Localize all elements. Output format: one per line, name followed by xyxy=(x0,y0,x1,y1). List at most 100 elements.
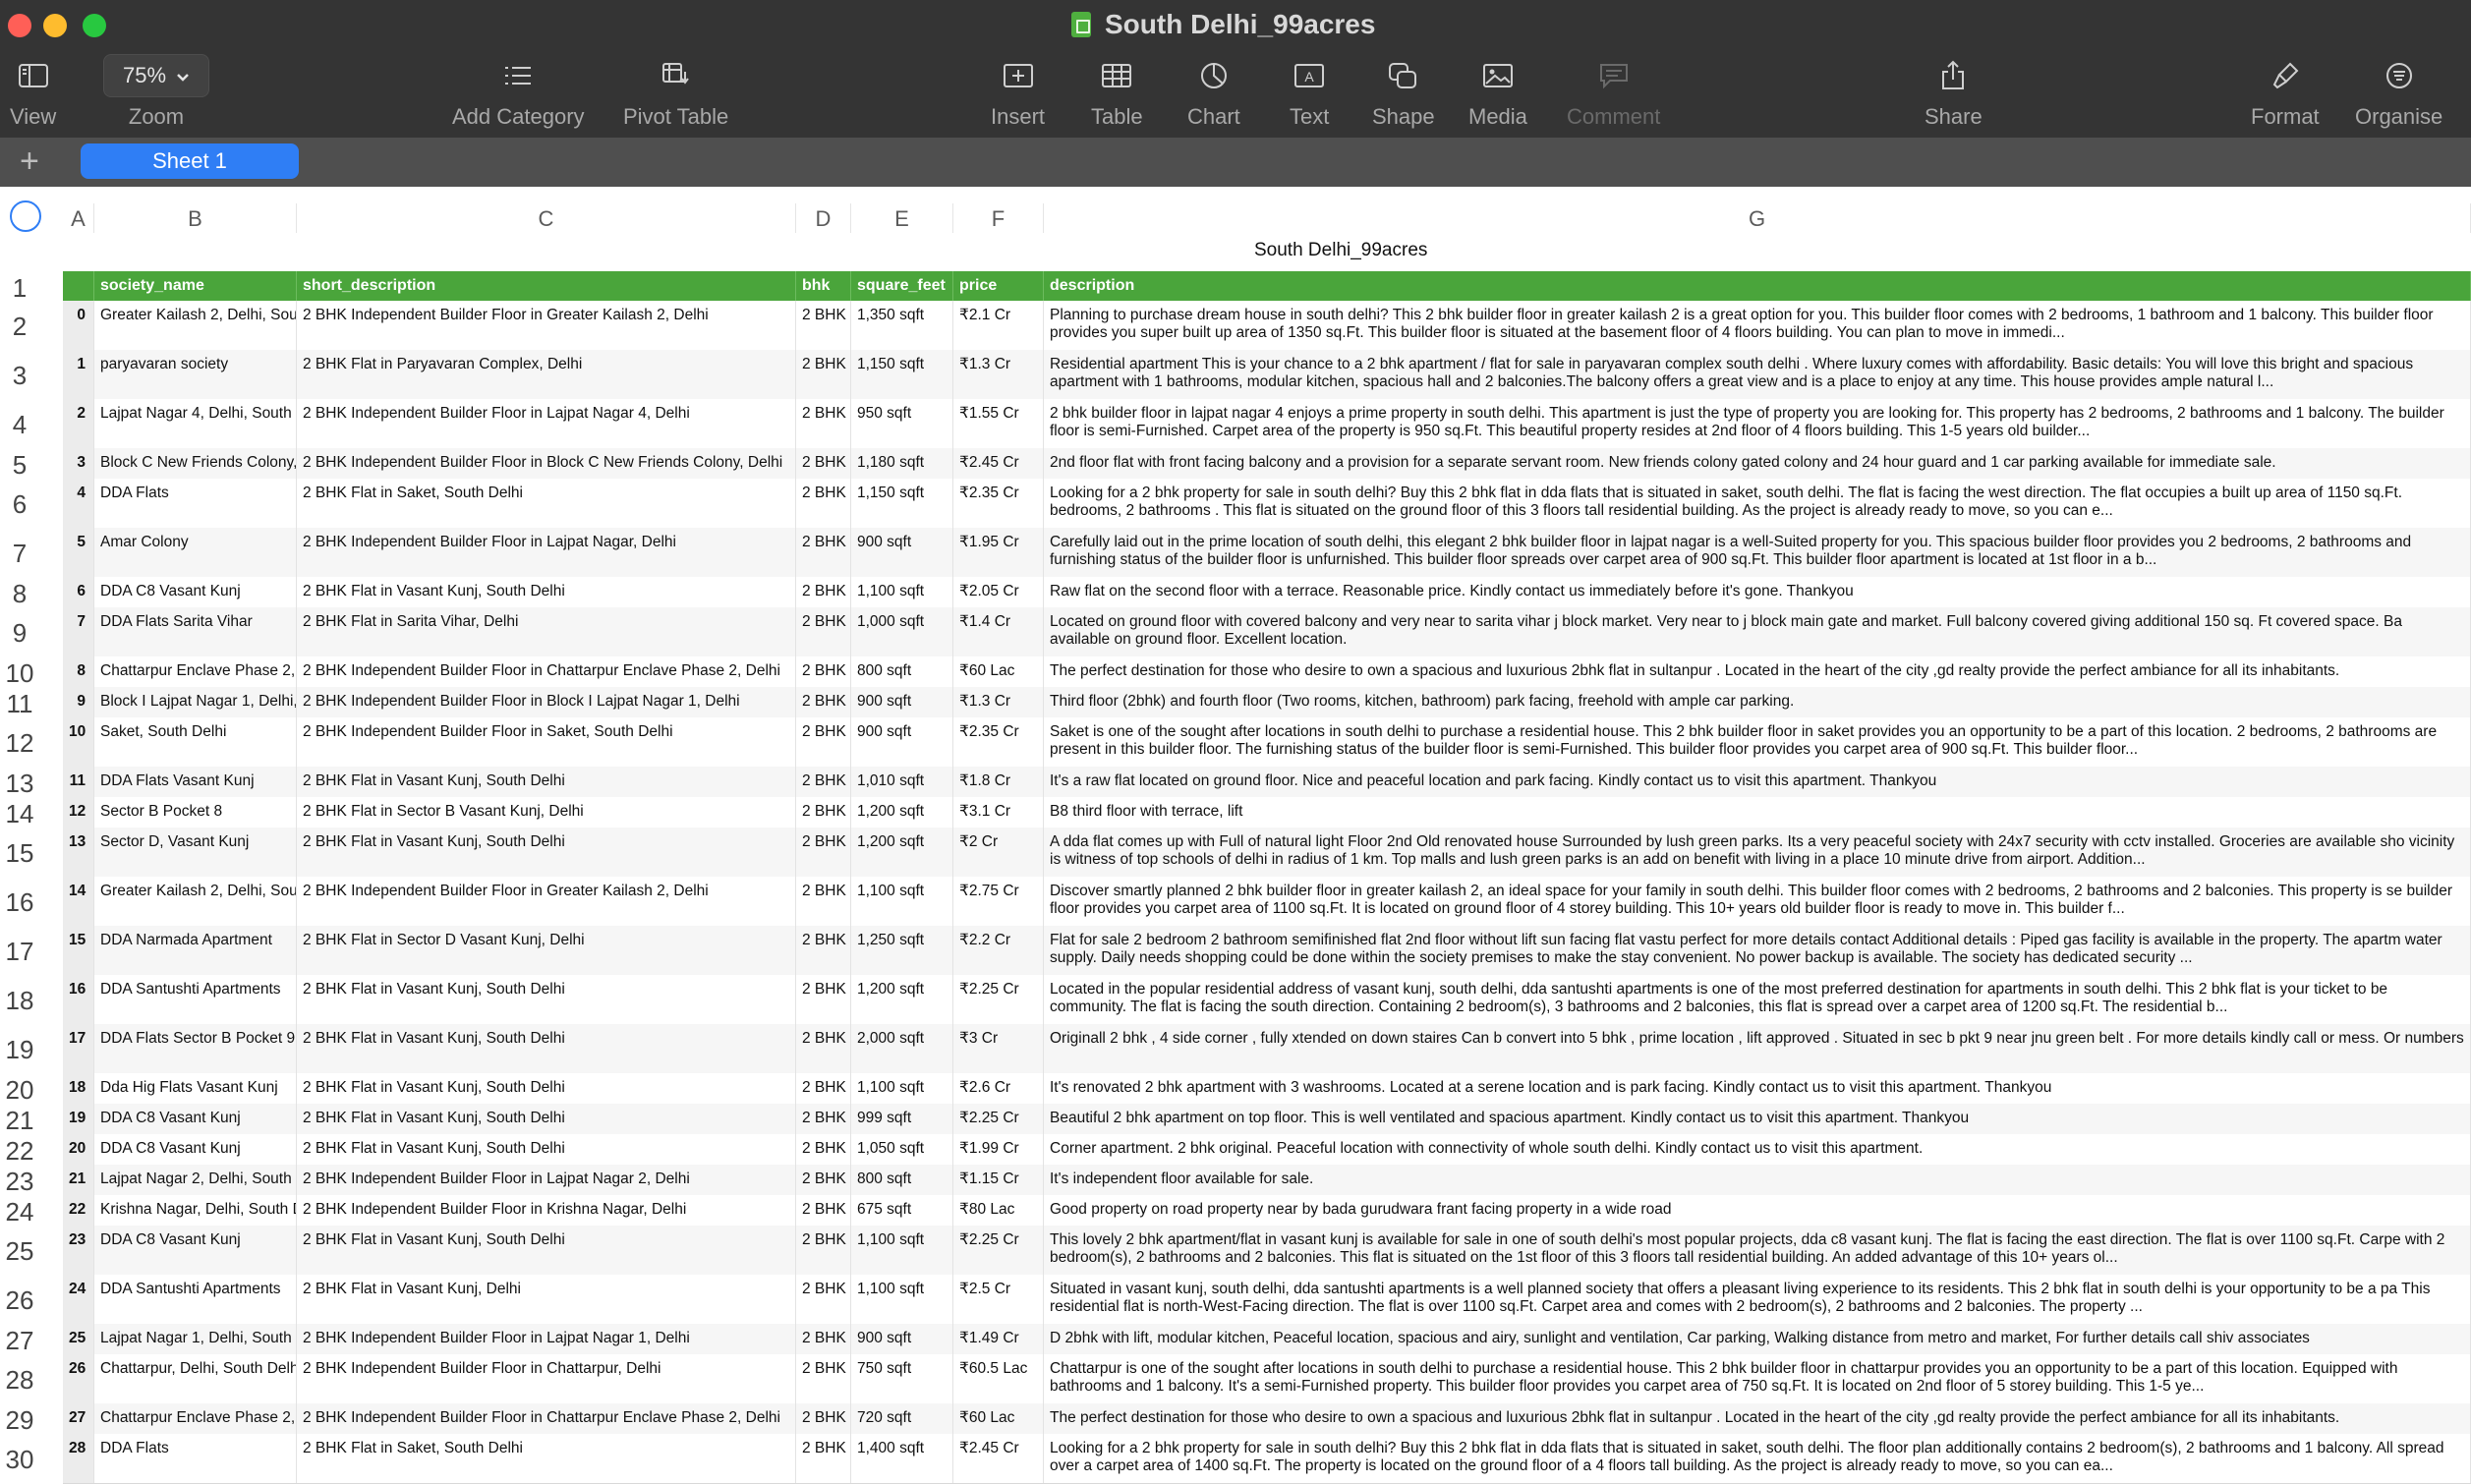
minimize-window-button[interactable] xyxy=(43,14,67,37)
cell-society-name[interactable]: Saket, South Delhi xyxy=(94,717,297,767)
table-row[interactable]: 16 DDA Santushti Apartments 2 BHK Flat in … xyxy=(63,975,2471,1025)
cell-square-feet[interactable]: 1,150 sqft xyxy=(851,350,953,399)
cell-index[interactable]: 1 xyxy=(63,350,94,399)
cell-description[interactable]: Corner apartment. 2 bhk original. Peacef… xyxy=(1044,1134,2471,1165)
cell-index[interactable]: 20 xyxy=(63,1134,94,1165)
row-number[interactable]: 28 xyxy=(0,1365,39,1396)
row-number[interactable]: 3 xyxy=(0,361,39,391)
cell-description[interactable]: 2nd floor flat with front facing balcony… xyxy=(1044,448,2471,479)
table-row[interactable]: 27Chattarpur Enclave Phase 2, Delhi, Sou… xyxy=(63,1403,2471,1435)
cell-description[interactable]: D 2bhk with lift, modular kitchen, Peace… xyxy=(1044,1324,2471,1354)
cell-society-name[interactable]: DDA Santushti Apartments xyxy=(94,975,297,1024)
cell-description[interactable]: Planning to purchase dream house in sout… xyxy=(1044,301,2471,350)
cell-society-name[interactable]: Sector D, Vasant Kunj xyxy=(94,828,297,877)
cell-description[interactable]: Residential apartment This is your chanc… xyxy=(1044,350,2471,399)
table-row[interactable]: 18 Dda Hig Flats Vasant Kunj 2 BHK Flat in… xyxy=(63,1073,2471,1105)
spreadsheet-canvas[interactable]: A B C D E F G 1 2 3 4 5 6 7 8 9 10 11 12 13 14 15 16 17 1… xyxy=(0,187,2471,1484)
cell-description[interactable]: Saket is one of the sought after locatio… xyxy=(1044,717,2471,767)
row-number[interactable]: 9 xyxy=(0,618,39,649)
cell-description[interactable]: Third floor (2bhk) and fourth floor (Two… xyxy=(1044,687,2471,717)
cell-square-feet[interactable]: 1,150 sqft xyxy=(851,479,953,528)
cell-index[interactable]: 17 xyxy=(63,1024,94,1073)
chart-button[interactable]: Chart xyxy=(1187,53,1240,130)
row-number[interactable]: 17 xyxy=(0,937,39,967)
header-index[interactable] xyxy=(63,271,94,301)
table-row[interactable]: 12 Sector B Pocket 82 BHK Flat in Sector … xyxy=(63,797,2471,828)
cell-short-description[interactable]: 2 BHK Flat in Paryavaran Complex, Delhi xyxy=(297,350,796,399)
cell-description[interactable]: Raw flat on the second floor with a terr… xyxy=(1044,577,2471,607)
cell-index[interactable]: 26 xyxy=(63,1354,94,1403)
table-row[interactable]: 0Greater Kailash 2, Delhi, South Delhi2 … xyxy=(63,301,2471,351)
row-number[interactable]: 22 xyxy=(0,1136,39,1167)
cell-square-feet[interactable]: 900 sqft xyxy=(851,1324,953,1354)
cell-bhk[interactable]: 2 BHK xyxy=(796,1024,851,1073)
cell-price[interactable]: ₹1.4 Cr xyxy=(953,607,1044,656)
cell-society-name[interactable]: DDA Flats Sarita Vihar xyxy=(94,607,297,656)
cell-bhk[interactable]: 2 BHK xyxy=(796,1275,851,1324)
cell-index[interactable]: 5 xyxy=(63,528,94,577)
cell-bhk[interactable]: 2 BHK xyxy=(796,1165,851,1195)
header-square-feet[interactable]: square_feet xyxy=(851,271,953,301)
cell-index[interactable]: 15 xyxy=(63,926,94,975)
cell-short-description[interactable]: 2 BHK Independent Builder Floor in Chatt… xyxy=(297,1354,796,1403)
cell-bhk[interactable]: 2 BHK xyxy=(796,687,851,717)
cell-society-name[interactable]: DDA C8 Vasant Kunj xyxy=(94,1104,297,1134)
row-number[interactable]: 19 xyxy=(0,1035,39,1065)
format-button[interactable]: Format xyxy=(2251,53,2320,130)
table-row[interactable]: 25Lajpat Nagar 1, Delhi, South Delhi2 BH… xyxy=(63,1324,2471,1355)
row-number[interactable]: 1 xyxy=(0,273,39,304)
row-number[interactable]: 6 xyxy=(0,489,39,520)
cell-description[interactable]: Located in the popular residential addre… xyxy=(1044,975,2471,1024)
cell-bhk[interactable]: 2 BHK xyxy=(796,350,851,399)
cell-index[interactable]: 22 xyxy=(63,1195,94,1226)
cell-square-feet[interactable]: 999 sqft xyxy=(851,1104,953,1134)
cell-society-name[interactable]: Amar Colony xyxy=(94,528,297,577)
cell-short-description[interactable]: 2 BHK Independent Builder Floor in Lajpa… xyxy=(297,399,796,448)
cell-price[interactable]: ₹60 Lac xyxy=(953,1403,1044,1434)
cell-square-feet[interactable]: 1,180 sqft xyxy=(851,448,953,479)
text-button[interactable]: A Text xyxy=(1290,53,1329,130)
table-row[interactable]: 20 DDA C8 Vasant Kunj 2 BHK Flat in Vasant… xyxy=(63,1134,2471,1166)
table-row[interactable]: 23 DDA C8 Vasant Kunj 2 BHK Flat in Vasant… xyxy=(63,1226,2471,1276)
table-row[interactable]: 15 DDA Narmada Apartment 2 BHK Flat in Sec… xyxy=(63,926,2471,976)
column-header-c[interactable]: C xyxy=(297,203,796,233)
cell-square-feet[interactable]: 1,100 sqft xyxy=(851,877,953,926)
tab-sheet-1[interactable]: Sheet 1 xyxy=(81,143,299,179)
cell-bhk[interactable]: 2 BHK xyxy=(796,1354,851,1403)
cell-short-description[interactable]: 2 BHK Independent Builder Floor in Great… xyxy=(297,877,796,926)
header-bhk[interactable]: bhk xyxy=(796,271,851,301)
row-number[interactable]: 18 xyxy=(0,986,39,1016)
table-row[interactable]: 24 DDA Santushti Apartments 2 BHK Flat in … xyxy=(63,1275,2471,1325)
cell-index[interactable]: 11 xyxy=(63,767,94,797)
cell-price[interactable]: ₹1.95 Cr xyxy=(953,528,1044,577)
row-number[interactable]: 11 xyxy=(0,689,39,719)
cell-index[interactable]: 10 xyxy=(63,717,94,767)
cell-society-name[interactable]: Block I Lajpat Nagar 1, Delhi, South Del… xyxy=(94,687,297,717)
cell-price[interactable]: ₹60 Lac xyxy=(953,656,1044,687)
cell-society-name[interactable]: Block C New Friends Colony, Delhi, South… xyxy=(94,448,297,479)
zoom-select[interactable]: 75% xyxy=(103,54,209,97)
row-number[interactable]: 10 xyxy=(0,658,39,689)
row-number[interactable]: 7 xyxy=(0,539,39,569)
cell-society-name[interactable]: Lajpat Nagar 4, Delhi, South Delhi xyxy=(94,399,297,448)
row-number[interactable]: 21 xyxy=(0,1106,39,1136)
cell-square-feet[interactable]: 675 sqft xyxy=(851,1195,953,1226)
cell-square-feet[interactable]: 800 sqft xyxy=(851,1165,953,1195)
cell-society-name[interactable]: DDA C8 Vasant Kunj xyxy=(94,1134,297,1165)
cell-society-name[interactable]: Sector B Pocket 8 xyxy=(94,797,297,828)
cell-society-name[interactable]: Dda Hig Flats Vasant Kunj xyxy=(94,1073,297,1104)
view-button[interactable]: View xyxy=(10,53,56,130)
cell-short-description[interactable]: 2 BHK Independent Builder Floor in Block… xyxy=(297,448,796,479)
header-price[interactable]: price xyxy=(953,271,1044,301)
cell-square-feet[interactable]: 1,100 sqft xyxy=(851,1275,953,1324)
cell-index[interactable]: 8 xyxy=(63,656,94,687)
table-button[interactable]: Table xyxy=(1091,53,1143,130)
cell-bhk[interactable]: 2 BHK xyxy=(796,975,851,1024)
cell-bhk[interactable]: 2 BHK xyxy=(796,577,851,607)
cell-bhk[interactable]: 2 BHK xyxy=(796,479,851,528)
cell-square-feet[interactable]: 2,000 sqft xyxy=(851,1024,953,1073)
cell-price[interactable]: ₹2.35 Cr xyxy=(953,479,1044,528)
cell-bhk[interactable]: 2 BHK xyxy=(796,828,851,877)
cell-index[interactable]: 12 xyxy=(63,797,94,828)
table-row[interactable]: 14Greater Kailash 2, Delhi, South Delhi2… xyxy=(63,877,2471,927)
